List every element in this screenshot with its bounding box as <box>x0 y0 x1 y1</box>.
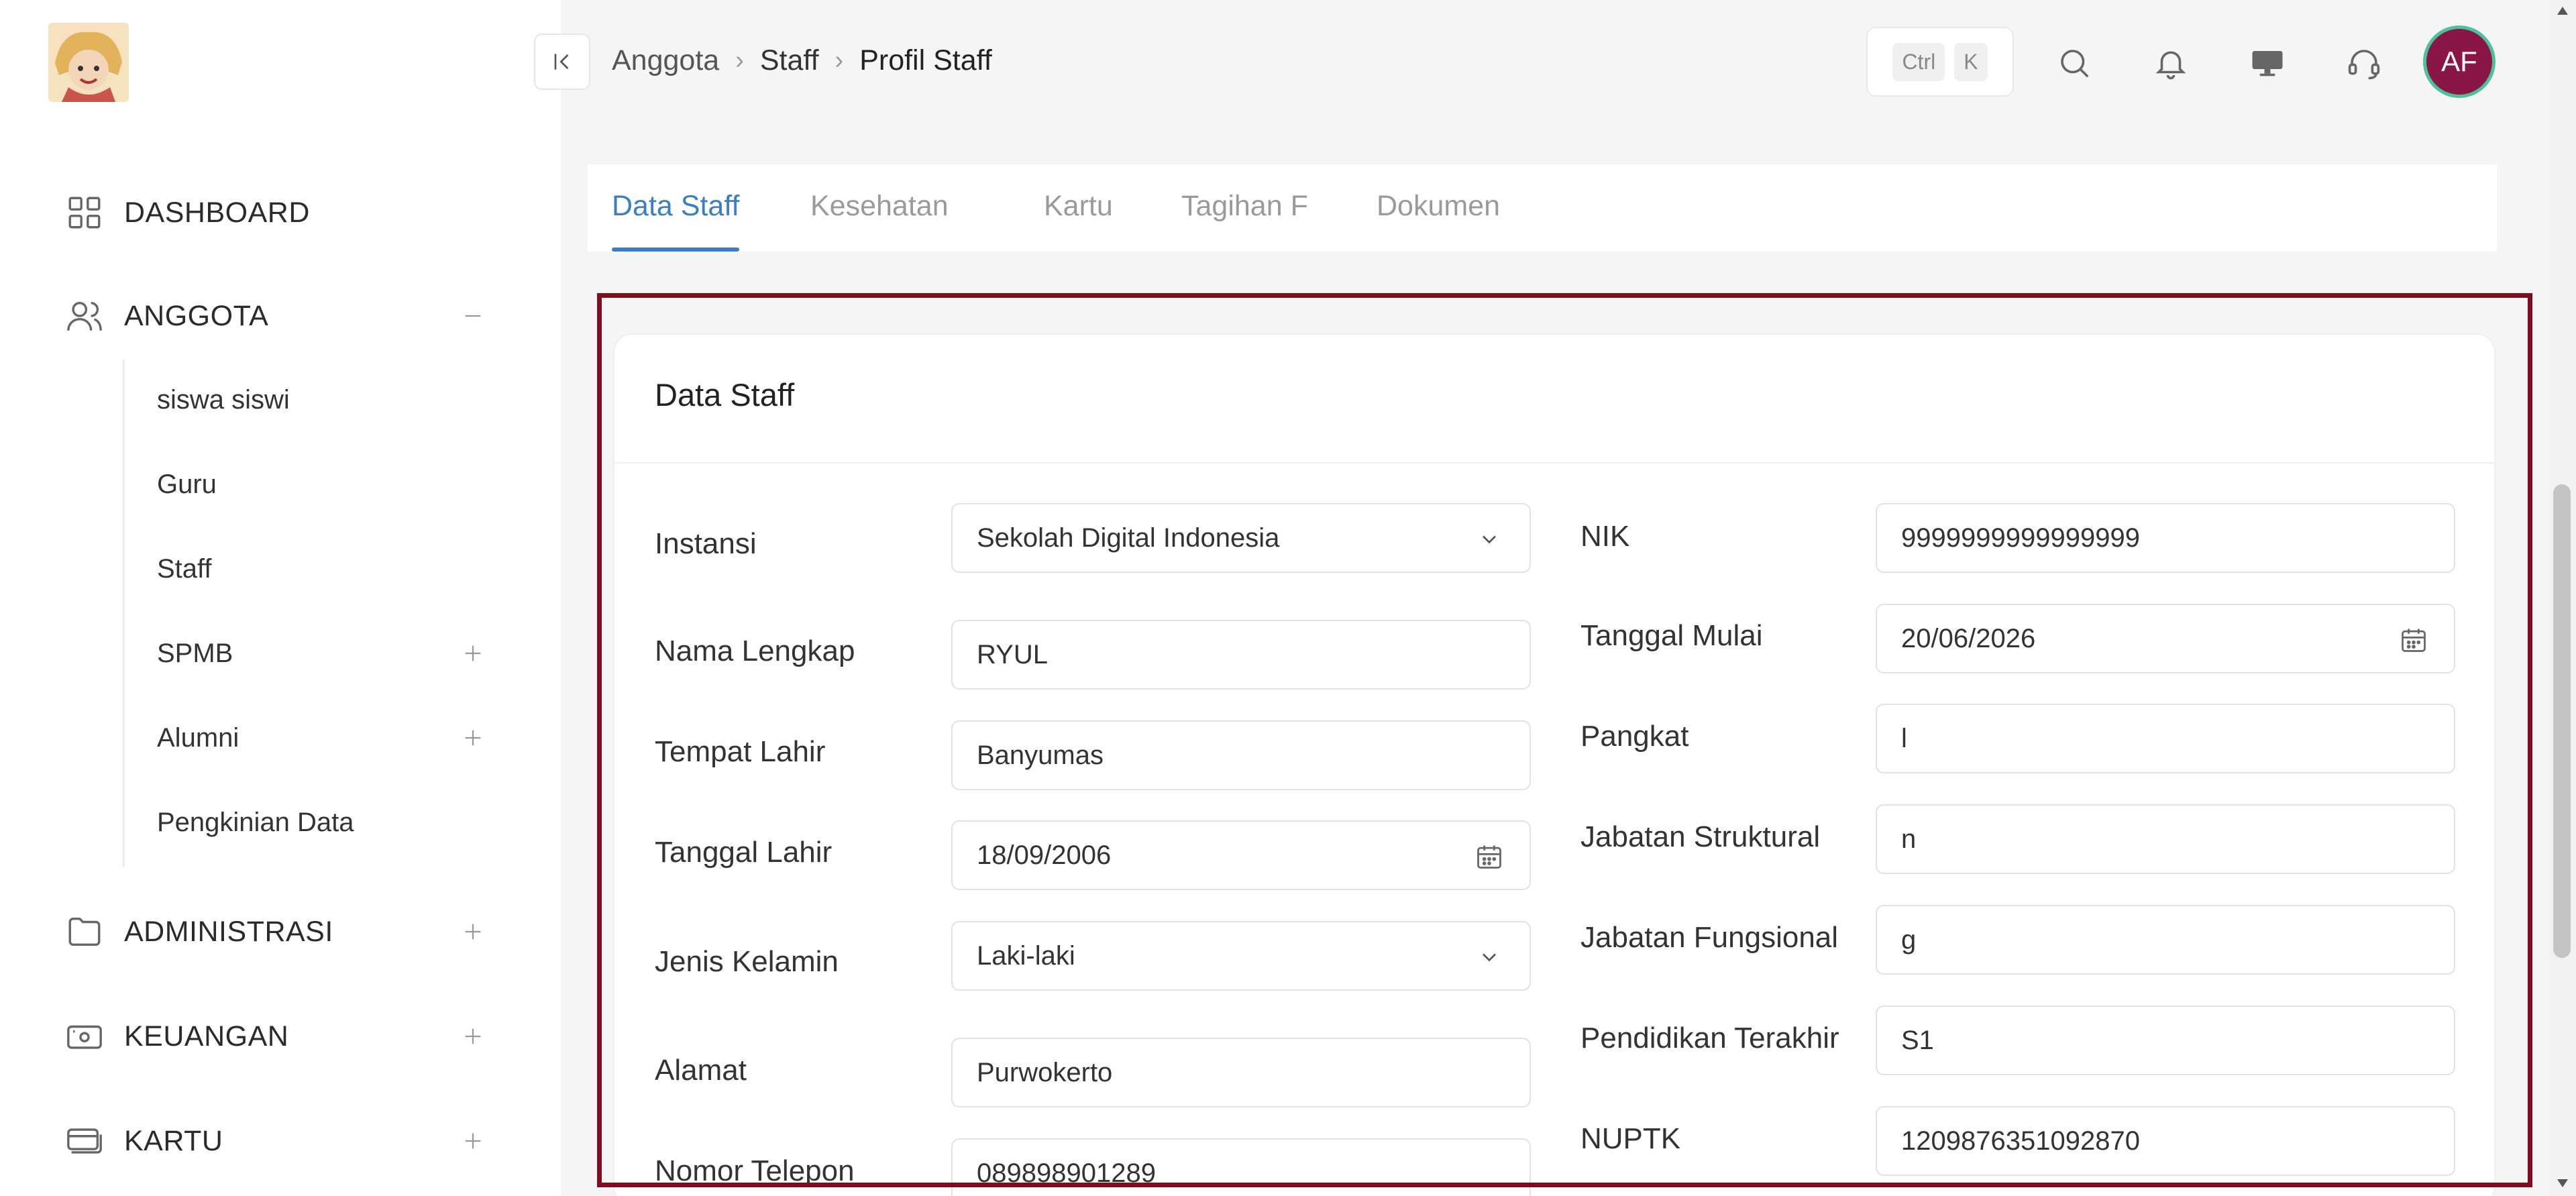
chevron-right-icon: › <box>835 46 844 74</box>
breadcrumb-current: Profil Staff <box>859 44 992 76</box>
kbd-ctrl: Ctrl <box>1892 42 1945 81</box>
sidebar-item-pengkinian[interactable]: Pengkinian Data <box>125 789 527 856</box>
nav-dashboard-label: DASHBOARD <box>124 196 310 229</box>
expand-plus-icon[interactable] <box>456 721 490 755</box>
nav-anggota-label: ANGGOTA <box>124 299 269 332</box>
expand-plus-icon[interactable] <box>456 1020 490 1053</box>
tab-kartu[interactable]: Kartu <box>1044 184 1113 252</box>
headset-icon[interactable] <box>2339 38 2390 89</box>
app-root: DASHBOARD ANGGOTA siswa siswi Guru Staff… <box>0 0 2576 1196</box>
tab-data-staff[interactable]: Data Staff <box>612 184 740 252</box>
app-logo[interactable] <box>48 23 129 102</box>
nav-kartu-label: KARTU <box>124 1124 223 1157</box>
nav-kartu[interactable]: KARTU <box>0 1104 561 1178</box>
tabs-bar: Data Staff Kesehatan Kartu Tagihan F Dok… <box>588 164 2497 252</box>
sidebar-item-label: siswa siswi <box>157 384 290 415</box>
bell-icon[interactable] <box>2145 38 2196 89</box>
selection-highlight-frame <box>597 293 2532 1187</box>
sidebar-item-siswa[interactable]: siswa siswi <box>125 366 527 433</box>
scrollbar-thumb[interactable] <box>2553 484 2571 958</box>
tab-tagihan[interactable]: Tagihan F <box>1181 184 1308 252</box>
expand-plus-icon[interactable] <box>456 1124 490 1158</box>
tab-dokumen[interactable]: Dokumen <box>1377 184 1500 252</box>
expand-plus-icon[interactable] <box>456 637 490 670</box>
breadcrumb-anggota[interactable]: Anggota <box>612 44 719 77</box>
nav-anggota[interactable]: ANGGOTA <box>0 279 561 353</box>
nav-keuangan[interactable]: KEUANGAN <box>0 999 561 1073</box>
scroll-up-arrow-icon[interactable] <box>2555 3 2571 19</box>
breadcrumb: Anggota › Staff › Profil Staff <box>612 40 992 80</box>
breadcrumb-staff[interactable]: Staff <box>760 44 819 77</box>
sidebar-item-label: SPMB <box>157 638 233 668</box>
sidebar-item-label: Staff <box>157 553 212 584</box>
avatar[interactable]: AF <box>2423 25 2496 98</box>
nav-administrasi[interactable]: ADMINISTRASI <box>0 895 561 969</box>
search-icon[interactable] <box>2049 38 2100 89</box>
sidebar-item-label: Guru <box>157 469 217 499</box>
scroll-down-arrow-icon[interactable] <box>2555 1175 2571 1191</box>
monitor-icon[interactable] <box>2242 38 2293 89</box>
grid-icon <box>64 193 105 233</box>
command-shortcut-button[interactable]: Ctrl K <box>1866 27 2014 97</box>
users-icon <box>64 296 105 336</box>
collapse-minus-icon[interactable] <box>456 299 490 333</box>
sidebar-item-label: Alumni <box>157 722 239 753</box>
sidebar-item-staff[interactable]: Staff <box>125 535 527 602</box>
folder-icon <box>64 912 105 952</box>
sidebar-collapse-button[interactable] <box>534 34 590 90</box>
tab-kesehatan[interactable]: Kesehatan <box>810 184 949 252</box>
nav-administrasi-label: ADMINISTRASI <box>124 915 333 948</box>
sidebar-item-label: Pengkinian Data <box>157 807 354 837</box>
sidebar-item-guru[interactable]: Guru <box>125 451 527 518</box>
nav-dashboard[interactable]: DASHBOARD <box>0 176 561 250</box>
wallet-icon <box>64 1016 105 1056</box>
sidebar: DASHBOARD ANGGOTA siswa siswi Guru Staff… <box>0 0 561 1196</box>
sidebar-item-alumni[interactable]: Alumni <box>125 704 527 771</box>
sidebar-item-spmb[interactable]: SPMB <box>125 620 527 687</box>
card-icon <box>64 1121 105 1161</box>
expand-plus-icon[interactable] <box>456 915 490 948</box>
kbd-k: K <box>1954 42 1988 81</box>
nav-keuangan-label: KEUANGAN <box>124 1020 289 1052</box>
chevron-right-icon: › <box>735 46 744 74</box>
